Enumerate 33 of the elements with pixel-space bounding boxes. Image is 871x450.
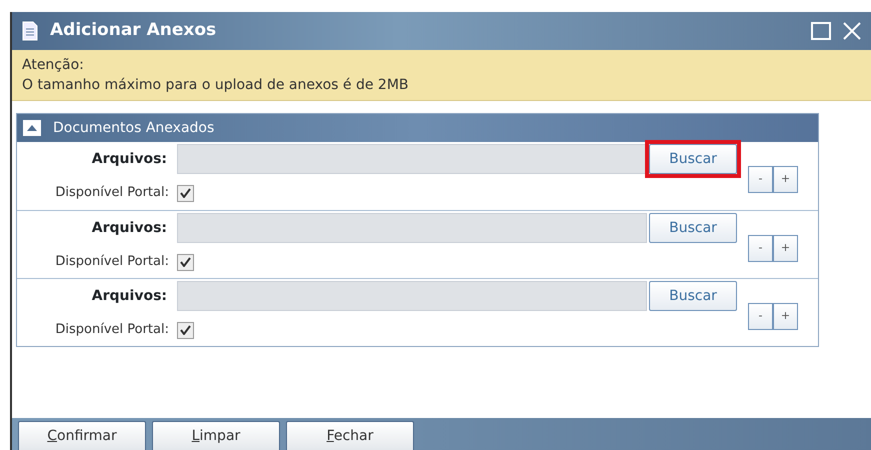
footer-button[interactable]: Limpar [152, 421, 280, 450]
panel-title: Documentos Anexados [53, 118, 214, 138]
add-button[interactable]: + [773, 166, 798, 193]
file-field[interactable] [177, 213, 647, 243]
browse-button[interactable]: Buscar [649, 144, 737, 174]
checkbox[interactable] [177, 322, 194, 338]
checkbox[interactable] [177, 254, 194, 270]
field-label: Arquivos: [90, 218, 168, 238]
remove-button[interactable]: - [748, 166, 773, 193]
warning-message: O tamanho máximo para o upload de anexos é de 2MB [22, 76, 410, 95]
checkbox-label: Disponível Portal: [54, 321, 170, 340]
file-field[interactable] [177, 144, 647, 174]
remove-button[interactable]: - [748, 303, 773, 330]
add-button[interactable]: + [773, 235, 798, 262]
collapse-icon [27, 125, 37, 131]
remove-button[interactable]: - [748, 235, 773, 262]
checkbox-label: Disponível Portal: [54, 184, 170, 202]
maximize-icon[interactable] [811, 22, 831, 40]
file-field[interactable] [177, 281, 647, 311]
field-label: Arquivos: [90, 150, 168, 168]
browse-button[interactable]: Buscar [649, 281, 737, 311]
footer-button[interactable]: Fechar [286, 421, 414, 450]
checkbox-label: Disponível Portal: [54, 253, 170, 272]
add-button[interactable]: + [773, 303, 798, 330]
warning-heading: Atenção: [22, 56, 85, 75]
field-label: Arquivos: [90, 286, 168, 306]
window-title: Adicionar Anexos [50, 19, 216, 42]
collapse-toggle[interactable] [23, 120, 41, 136]
document-icon [22, 21, 38, 41]
footer-button[interactable]: Confirmar [18, 421, 146, 450]
close-icon[interactable] [843, 22, 861, 40]
browse-button[interactable]: Buscar [649, 213, 737, 243]
checkbox[interactable] [177, 184, 194, 202]
